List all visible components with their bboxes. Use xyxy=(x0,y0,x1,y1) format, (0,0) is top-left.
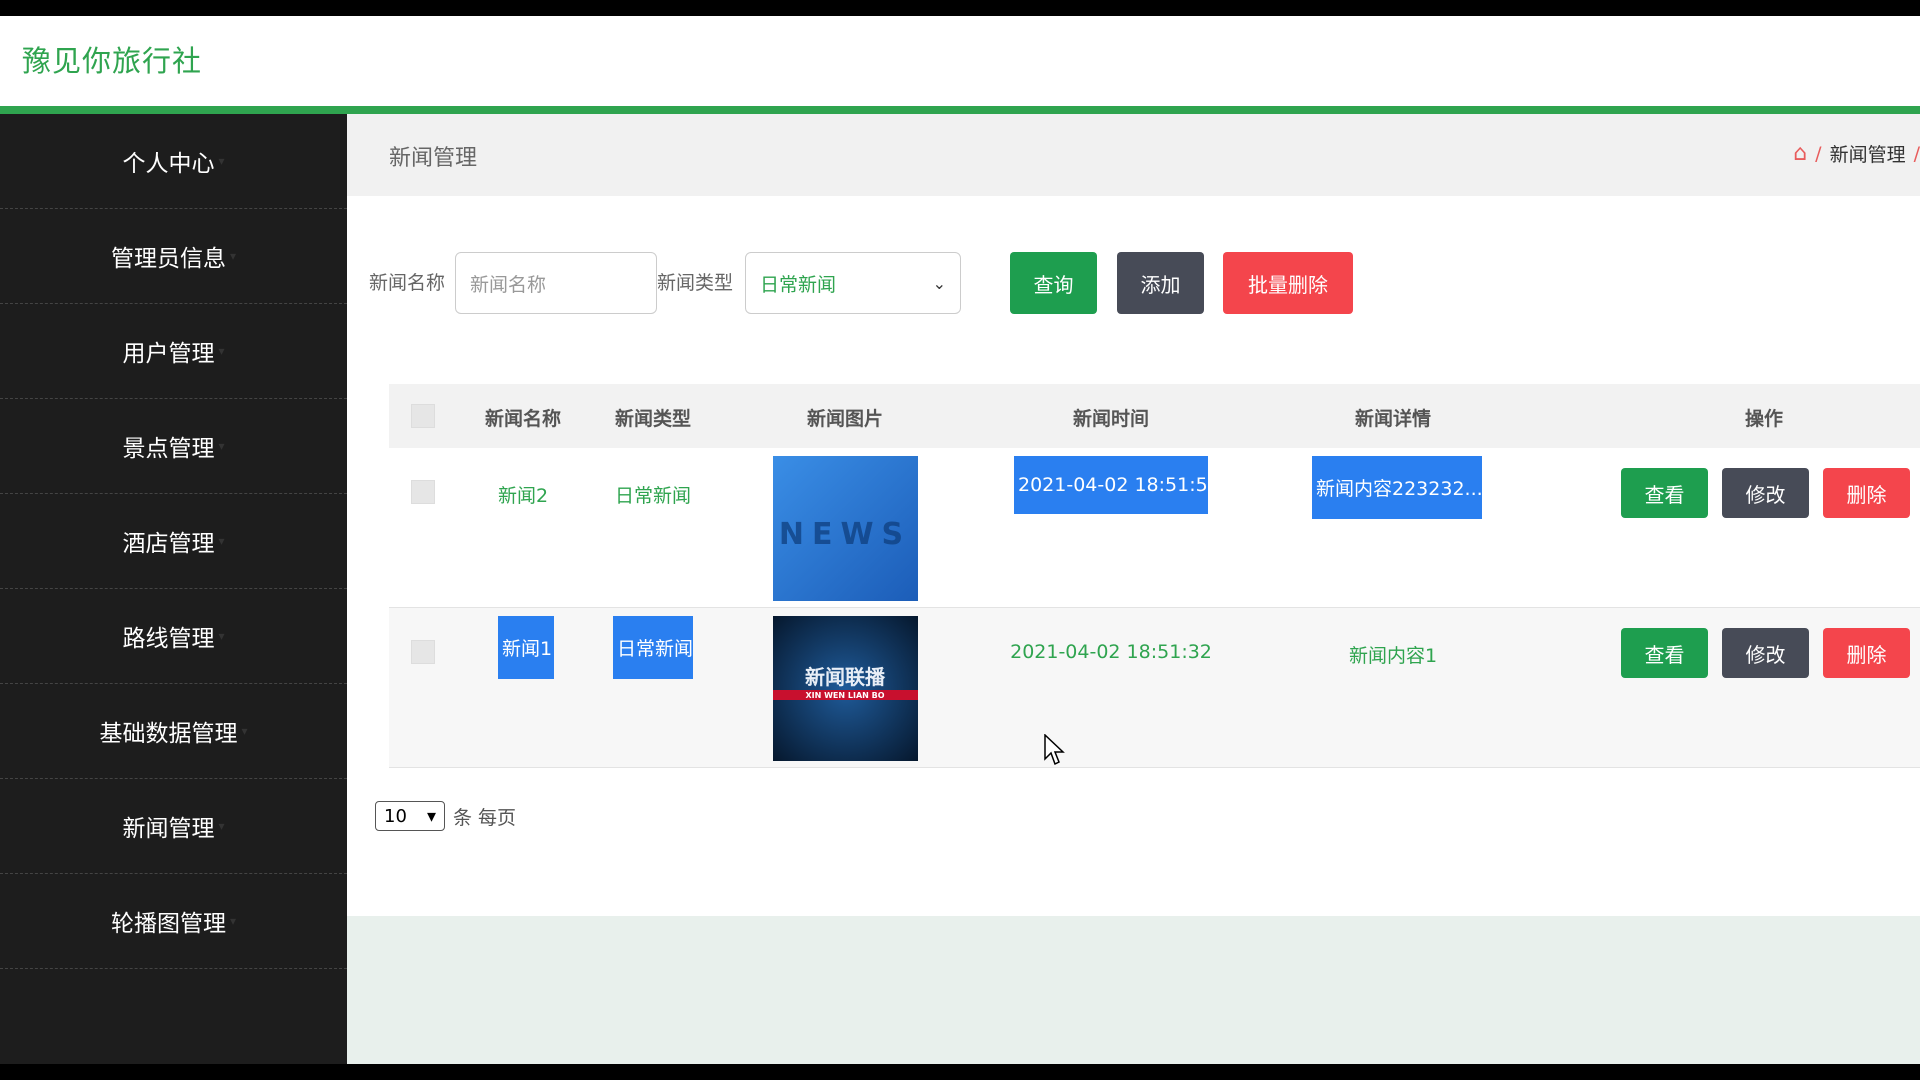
search-bar: 新闻名称 新闻名称 新闻类型 日常新闻 ⌄ 查询 添加 批量删除 xyxy=(347,252,1920,314)
delete-button[interactable]: 删除 xyxy=(1823,468,1910,518)
news-time-cell: 2021-04-02 18:51:53 xyxy=(1014,456,1220,514)
home-icon[interactable]: ⌂ xyxy=(1793,141,1807,166)
news-image-thumbnail: NEWS xyxy=(773,456,918,601)
breadcrumb-item[interactable]: 新闻管理 xyxy=(1830,140,1906,167)
chevron-icon: ▾ xyxy=(218,154,225,168)
news-name-cell: 新闻2 xyxy=(497,485,549,507)
chevron-icon: ▾ xyxy=(229,249,237,263)
news-name-input[interactable]: 新闻名称 xyxy=(455,252,657,314)
column-header: 新闻详情 xyxy=(1354,408,1432,430)
sidebar-item-label: 基础数据管理 xyxy=(99,721,238,747)
row-checkbox[interactable] xyxy=(411,640,435,664)
chevron-icon: ▾ xyxy=(218,819,225,833)
screen: 豫见你旅行社 个人中心 ▾ 管理员信息 ▾ 用户管理 ▾ 景点管理 ▾ 酒店管理 ▾ 路线… xyxy=(0,0,1920,1080)
row-checkbox[interactable] xyxy=(411,480,435,504)
sidebar-item-label: 用户管理 xyxy=(122,341,215,367)
sidebar-item-routes[interactable]: 路线管理 ▾ xyxy=(0,589,347,684)
column-header: 新闻类型 xyxy=(614,408,692,430)
page-size-select[interactable]: 10 ▾ xyxy=(375,801,445,831)
news-type-select[interactable]: 日常新闻 ⌄ xyxy=(745,252,961,314)
top-bar: 豫见你旅行社 xyxy=(0,16,1920,106)
news-table: 新闻名称 新闻类型 新闻图片 新闻时间 新闻详情 操作 新闻2 日常新闻 NEW… xyxy=(389,384,1920,768)
news-type-cell: 日常新闻 xyxy=(613,616,693,679)
page-size-value: 10 xyxy=(384,805,407,827)
news-time-cell: 2021-04-02 18:51:32 xyxy=(1010,641,1212,663)
table-row: 新闻2 日常新闻 NEWS 2021-04-02 18:51:53 新闻内容22… xyxy=(389,448,1920,608)
sidebar-item-label: 景点管理 xyxy=(122,436,215,462)
breadcrumb-separator: / xyxy=(1913,142,1920,165)
view-button[interactable]: 查看 xyxy=(1621,628,1708,678)
chevron-icon: ▾ xyxy=(218,629,225,643)
chevron-icon: ▾ xyxy=(229,914,237,928)
sidebar-item-admin-info[interactable]: 管理员信息 ▾ xyxy=(0,209,347,304)
main-content: 新闻管理 ⌂ / 新闻管理 / 新闻名称 新闻名称 新闻类型 日常新闻 ⌄ 查询 … xyxy=(347,114,1920,1064)
sidebar-item-label: 酒店管理 xyxy=(122,531,215,557)
batch-delete-button[interactable]: 批量删除 xyxy=(1223,252,1353,314)
news-image-title: 新闻联播 xyxy=(805,665,886,689)
column-header: 新闻名称 xyxy=(484,408,562,430)
news-type-value: 日常新闻 xyxy=(760,273,837,296)
select-all-checkbox[interactable] xyxy=(411,404,435,428)
app-frame: 豫见你旅行社 个人中心 ▾ 管理员信息 ▾ 用户管理 ▾ 景点管理 ▾ 酒店管理 ▾ 路线… xyxy=(0,16,1920,1064)
sidebar-item-news[interactable]: 新闻管理 ▾ xyxy=(0,779,347,874)
chevron-icon: ▾ xyxy=(241,724,248,738)
edit-button[interactable]: 修改 xyxy=(1722,628,1809,678)
sidebar-item-label: 新闻管理 xyxy=(122,816,215,842)
sidebar-item-carousel[interactable]: 轮播图管理 ▾ xyxy=(0,874,347,969)
pagination: 10 ▾ 条 每页 xyxy=(375,801,516,831)
column-header: 新闻时间 xyxy=(1072,408,1150,430)
news-name-placeholder: 新闻名称 xyxy=(470,273,547,296)
add-button[interactable]: 添加 xyxy=(1117,252,1204,314)
type-label: 新闻类型 xyxy=(657,272,734,294)
chevron-down-icon: ⌄ xyxy=(932,273,946,293)
sidebar-item-label: 路线管理 xyxy=(122,626,215,652)
chevron-icon: ▾ xyxy=(218,534,225,548)
name-label: 新闻名称 xyxy=(369,272,446,294)
footer-banner xyxy=(347,916,1920,1064)
sidebar-item-personal-center[interactable]: 个人中心 ▾ xyxy=(0,114,347,209)
table-row: 新闻1 日常新闻 新闻联播 XIN WEN LIAN BO 2021-04-02… xyxy=(389,608,1920,768)
news-image-text: NEWS xyxy=(779,517,911,552)
sidebar-item-users[interactable]: 用户管理 ▾ xyxy=(0,304,347,399)
sidebar-item-label: 个人中心 xyxy=(122,151,215,177)
sidebar-item-hotels[interactable]: 酒店管理 ▾ xyxy=(0,494,347,589)
page-title: 新闻管理 xyxy=(389,146,478,171)
view-button[interactable]: 查看 xyxy=(1621,468,1708,518)
sidebar-item-basic-data[interactable]: 基础数据管理 ▾ xyxy=(0,684,347,779)
query-button[interactable]: 查询 xyxy=(1010,252,1097,314)
chevron-icon: ▾ xyxy=(218,344,225,358)
news-image-subtitle: XIN WEN LIAN BO xyxy=(805,691,884,700)
sidebar-item-label: 轮播图管理 xyxy=(110,911,226,937)
news-name-cell: 新闻1 xyxy=(498,616,554,679)
sidebar-item-scenic-spots[interactable]: 景点管理 ▾ xyxy=(0,399,347,494)
breadcrumb-separator: / xyxy=(1815,142,1822,165)
news-image-thumbnail: 新闻联播 XIN WEN LIAN BO xyxy=(773,616,918,761)
news-detail-cell: 新闻内容1 xyxy=(1348,645,1438,667)
column-header: 操作 xyxy=(1744,408,1784,430)
sidebar-item-label: 管理员信息 xyxy=(110,246,226,272)
news-detail-cell: 新闻内容223232... xyxy=(1312,456,1482,519)
news-type-cell: 日常新闻 xyxy=(614,485,692,507)
page-size-suffix: 条 每页 xyxy=(453,806,517,829)
table-header: 新闻名称 新闻类型 新闻图片 新闻时间 新闻详情 操作 xyxy=(389,384,1920,448)
breadcrumb-bar: 新闻管理 ⌂ / 新闻管理 / xyxy=(347,114,1920,196)
column-header: 新闻图片 xyxy=(806,408,884,430)
sidebar: 个人中心 ▾ 管理员信息 ▾ 用户管理 ▾ 景点管理 ▾ 酒店管理 ▾ 路线管理 ▾ 基础数… xyxy=(0,114,347,1064)
edit-button[interactable]: 修改 xyxy=(1722,468,1809,518)
brand-title: 豫见你旅行社 xyxy=(22,44,203,78)
chevron-down-icon: ▾ xyxy=(426,805,436,827)
delete-button[interactable]: 删除 xyxy=(1823,628,1910,678)
header-accent-line xyxy=(0,106,1920,114)
chevron-icon: ▾ xyxy=(218,439,225,453)
breadcrumb: ⌂ / 新闻管理 / xyxy=(1793,140,1920,167)
mouse-cursor-icon xyxy=(1044,734,1065,766)
